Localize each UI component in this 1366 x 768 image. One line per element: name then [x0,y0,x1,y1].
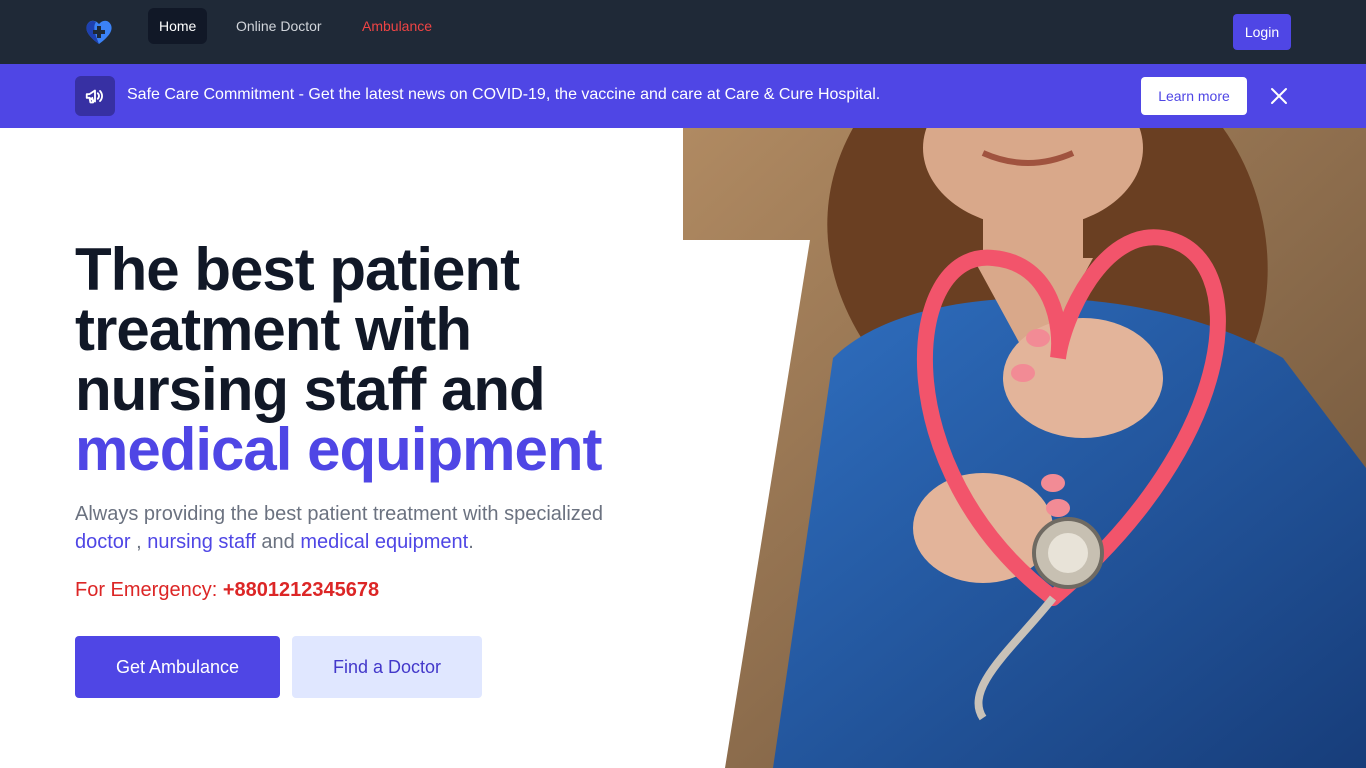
medical-equipment-link[interactable]: medical equipment [300,531,468,553]
get-ambulance-button[interactable]: Get Ambulance [75,636,280,698]
hero-subtitle-sep: , [130,531,148,553]
learn-more-button[interactable]: Learn more [1141,77,1247,115]
login-button[interactable]: Login [1233,14,1291,50]
announcement-banner: Safe Care Commitment - Get the latest ne… [0,64,1366,128]
close-icon[interactable] [1267,84,1291,108]
nursing-staff-link[interactable]: nursing staff [147,531,256,553]
find-doctor-button[interactable]: Find a Doctor [292,636,482,698]
hero-title: The best patient treatment with nursing … [75,240,675,480]
hero-subtitle: Always providing the best patient treatm… [75,500,655,556]
emergency-number[interactable]: +8801212345678 [223,579,379,601]
hero-title-line-3: nursing staff and [75,356,546,423]
megaphone-icon [75,76,115,116]
hero-subtitle-prefix: Always providing the best patient treatm… [75,503,604,525]
top-navbar: Home Online Doctor Ambulance Login [0,0,1366,64]
nav-home-link[interactable]: Home [148,8,208,44]
nav-ambulance-link[interactable]: Ambulance [351,8,443,44]
nav-online-doctor-link[interactable]: Online Doctor [225,8,333,44]
heart-plus-logo-icon[interactable] [84,18,114,46]
emergency-label: For Emergency: [75,579,223,601]
hero-diagonal-mask [683,240,810,768]
hero-title-line-1: The best patient [75,236,520,303]
banner-message: Safe Care Commitment - Get the latest ne… [127,86,881,103]
hero-subtitle-sep: and [255,531,301,553]
hero-subtitle-end: . [468,531,474,553]
emergency-contact: For Emergency: +8801212345678 [75,578,379,602]
hero-title-accent: medical equipment [75,416,602,483]
hero-title-line-2: treatment with [75,296,472,363]
doctor-link[interactable]: doctor [75,531,131,553]
